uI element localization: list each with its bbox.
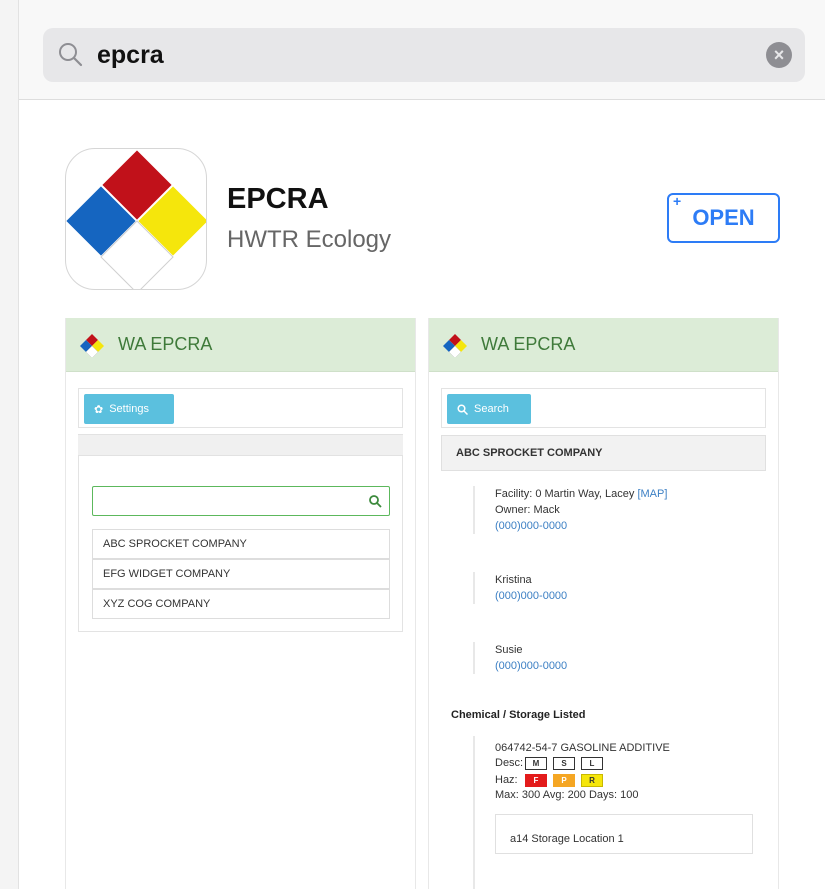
- desc-label: Desc:: [495, 757, 524, 769]
- search-panel: Search: [441, 388, 766, 428]
- plus-icon: +: [673, 193, 682, 209]
- haz-label: Haz:: [495, 774, 518, 786]
- facility-address: Facility: 0 Martin Way, Lacey: [495, 488, 635, 500]
- screenshot-header: WA EPCRA: [429, 318, 778, 372]
- open-button-label: OPEN: [692, 205, 755, 230]
- desc-code-badge: S: [553, 756, 575, 770]
- app-icon[interactable]: [65, 148, 207, 290]
- screenshot-right[interactable]: WA EPCRA Search ABC SPROCKET COMPANY Fac…: [428, 318, 779, 889]
- search-button[interactable]: Search: [447, 394, 531, 424]
- chemical-name: 064742-54-7 GASOLINE ADDITIVE: [495, 742, 670, 754]
- settings-button[interactable]: ✿ Settings: [84, 394, 174, 424]
- clear-search-button[interactable]: ×: [766, 42, 792, 68]
- facility-block: Facility: 0 Martin Way, Lacey [MAP] Owne…: [473, 486, 667, 534]
- contact-block: Kristina (000)000-0000: [473, 572, 567, 604]
- company-list-item[interactable]: EFG WIDGET COMPANY: [92, 559, 390, 589]
- owner-phone-link[interactable]: (000)000-0000: [495, 518, 667, 534]
- search-icon: [59, 43, 83, 67]
- screenshot-title: WA EPCRA: [481, 334, 576, 354]
- screenshot-header: WA EPCRA: [66, 318, 415, 372]
- search-bar[interactable]: epcra ×: [43, 28, 805, 82]
- search-header: epcra ×: [19, 0, 825, 100]
- open-button[interactable]: + OPEN: [667, 193, 780, 243]
- search-icon: [369, 495, 382, 508]
- hazard-code-badge: F: [525, 773, 547, 787]
- chemical-section-title: Chemical / Storage Listed: [451, 709, 586, 721]
- search-label: Search: [474, 403, 509, 415]
- contact-name: Susie: [495, 644, 523, 656]
- nfpa-logo-icon: [80, 334, 104, 357]
- map-link[interactable]: [MAP]: [637, 488, 667, 500]
- gear-icon: ✿: [94, 403, 104, 416]
- settings-panel: ✿ Settings: [78, 388, 403, 428]
- company-filter-input[interactable]: [92, 486, 390, 516]
- desc-code-badge: M: [525, 756, 547, 770]
- owner-name: Owner: Mack: [495, 504, 560, 516]
- screenshot-left[interactable]: WA EPCRA ✿ Settings ABC SPROCKET COMPANY…: [65, 318, 416, 889]
- chemical-entry: 064742-54-7 GASOLINE ADDITIVE Desc: M S …: [473, 736, 763, 889]
- contact-name: Kristina: [495, 574, 532, 586]
- company-list-item[interactable]: XYZ COG COMPANY: [92, 589, 390, 619]
- haz-row: Haz: F P R: [495, 773, 763, 787]
- nfpa-logo-icon: [443, 334, 467, 357]
- search-input[interactable]: epcra: [97, 41, 164, 70]
- hazard-code-badge: P: [553, 773, 575, 787]
- contact-phone-link[interactable]: (000)000-0000: [495, 588, 567, 604]
- app-name[interactable]: EPCRA: [227, 183, 329, 216]
- app-store-search-screen: epcra × EPCRA HWTR Ecology + OPEN WA EPC…: [18, 0, 825, 889]
- desc-row: Desc: M S L: [495, 756, 763, 770]
- desc-code-badge: L: [581, 756, 603, 770]
- facility-line: Facility: 0 Martin Way, Lacey [MAP]: [495, 486, 667, 502]
- nfpa-diamond-icon: [66, 149, 206, 289]
- search-icon: [457, 403, 468, 415]
- company-list-item[interactable]: ABC SPROCKET COMPANY: [92, 529, 390, 559]
- contact-block: Susie (000)000-0000: [473, 642, 567, 674]
- company-name-header: ABC SPROCKET COMPANY: [441, 435, 766, 471]
- storage-location-row[interactable]: a14 Storage Location 1: [495, 814, 753, 854]
- screenshot-title: WA EPCRA: [118, 334, 213, 354]
- quantity-line: Max: 300 Avg: 200 Days: 100: [495, 789, 639, 801]
- hazard-code-badge: R: [581, 773, 603, 787]
- contact-phone-link[interactable]: (000)000-0000: [495, 658, 567, 674]
- list-header-bar: [78, 434, 403, 456]
- settings-label: Settings: [109, 403, 149, 415]
- app-developer[interactable]: HWTR Ecology: [227, 226, 391, 254]
